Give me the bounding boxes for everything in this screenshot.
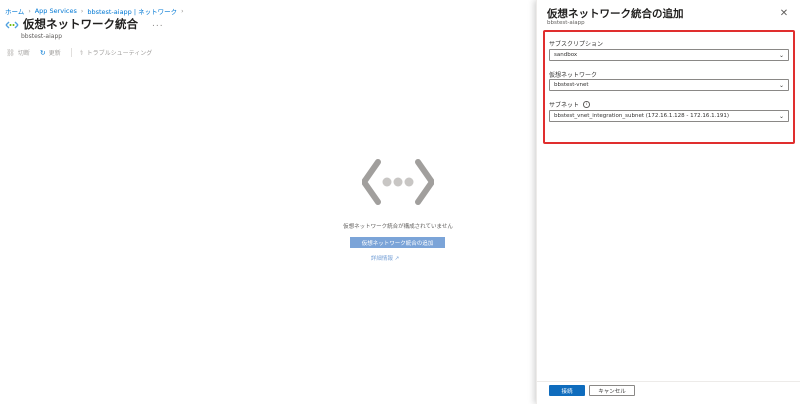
subscription-select[interactable]: sandbox ⌄ xyxy=(549,49,789,61)
refresh-icon: ↻ xyxy=(39,48,46,57)
refresh-label: 更新 xyxy=(48,50,61,57)
troubleshoot-label: トラブルシューティング xyxy=(86,50,153,57)
add-vnet-panel: 仮想ネットワーク統合の追加 bbstest-aiapp ✕ サブスクリプション … xyxy=(536,0,800,404)
toolbar-divider xyxy=(70,48,72,57)
network-illustration-icon xyxy=(362,159,434,205)
unlink-icon: ⛓ xyxy=(6,48,15,57)
connect-button[interactable]: 接続 xyxy=(549,385,585,396)
vnet-label: 仮想ネットワーク xyxy=(549,70,597,79)
chevron-right-icon: › xyxy=(80,7,84,15)
vnet-label-text: 仮想ネットワーク xyxy=(549,72,598,79)
subscription-value: sandbox xyxy=(554,52,578,58)
chevron-down-icon: ⌄ xyxy=(778,113,784,120)
app-window: ホーム › App Services › bbstest-aiapp | ネット… xyxy=(0,0,800,404)
breadcrumb-home[interactable]: ホーム xyxy=(5,6,24,16)
subscription-label-text: サブスクリプション xyxy=(549,41,604,48)
more-options-icon[interactable]: ... xyxy=(152,19,164,29)
chevron-down-icon: ⌄ xyxy=(778,52,784,59)
vnet-select[interactable]: bbstest-vnet ⌄ xyxy=(549,79,789,91)
subnet-value: bbstest_vnet_integration_subnet (172.16.… xyxy=(554,113,730,119)
breadcrumb-networking[interactable]: bbstest-aiapp | ネットワーク xyxy=(87,6,177,16)
refresh-button[interactable]: ↻ 更新 xyxy=(39,48,61,58)
chevron-right-icon: › xyxy=(181,7,184,15)
panel-title: 仮想ネットワーク統合の追加 xyxy=(547,8,684,20)
subscription-label: サブスクリプション xyxy=(549,39,603,48)
subnet-label-text: サブネット xyxy=(549,102,580,109)
troubleshoot-button[interactable]: ⚕ トラブルシューティング xyxy=(79,48,153,58)
panel-subtitle: bbstest-aiapp xyxy=(547,20,585,26)
breadcrumb: ホーム › App Services › bbstest-aiapp | ネット… xyxy=(5,6,188,16)
chevron-down-icon: ⌄ xyxy=(778,82,784,89)
command-bar: ⛓ 切断 ↻ 更新 ⚕ トラブルシューティング xyxy=(6,48,162,57)
breadcrumb-app-services[interactable]: App Services xyxy=(35,7,77,15)
page-subtitle: bbstest-aiapp xyxy=(21,33,63,40)
disconnect-label: 切断 xyxy=(17,50,30,57)
subnet-select[interactable]: bbstest_vnet_integration_subnet (172.16.… xyxy=(549,110,789,122)
page-title: 仮想ネットワーク統合 xyxy=(23,17,138,31)
add-vnet-integration-button[interactable]: 仮想ネットワーク統合の追加 xyxy=(350,237,445,248)
vnet-integration-icon xyxy=(5,17,19,31)
title-row: 仮想ネットワーク統合 ... xyxy=(5,16,164,32)
close-icon[interactable]: ✕ xyxy=(777,6,791,20)
info-icon[interactable]: i xyxy=(583,101,590,108)
subnet-label: サブネット i xyxy=(549,100,590,109)
disconnect-button[interactable]: ⛓ 切断 xyxy=(6,48,30,58)
chevron-right-icon: › xyxy=(28,7,31,15)
cancel-button[interactable]: キャンセル xyxy=(589,385,635,396)
vnet-value: bbstest-vnet xyxy=(554,82,589,88)
learn-more-link[interactable]: 詳細情報 ↗ xyxy=(354,254,416,262)
troubleshoot-icon: ⚕ xyxy=(79,48,84,57)
empty-state-message: 仮想ネットワーク統合が構成されていません xyxy=(343,224,453,230)
